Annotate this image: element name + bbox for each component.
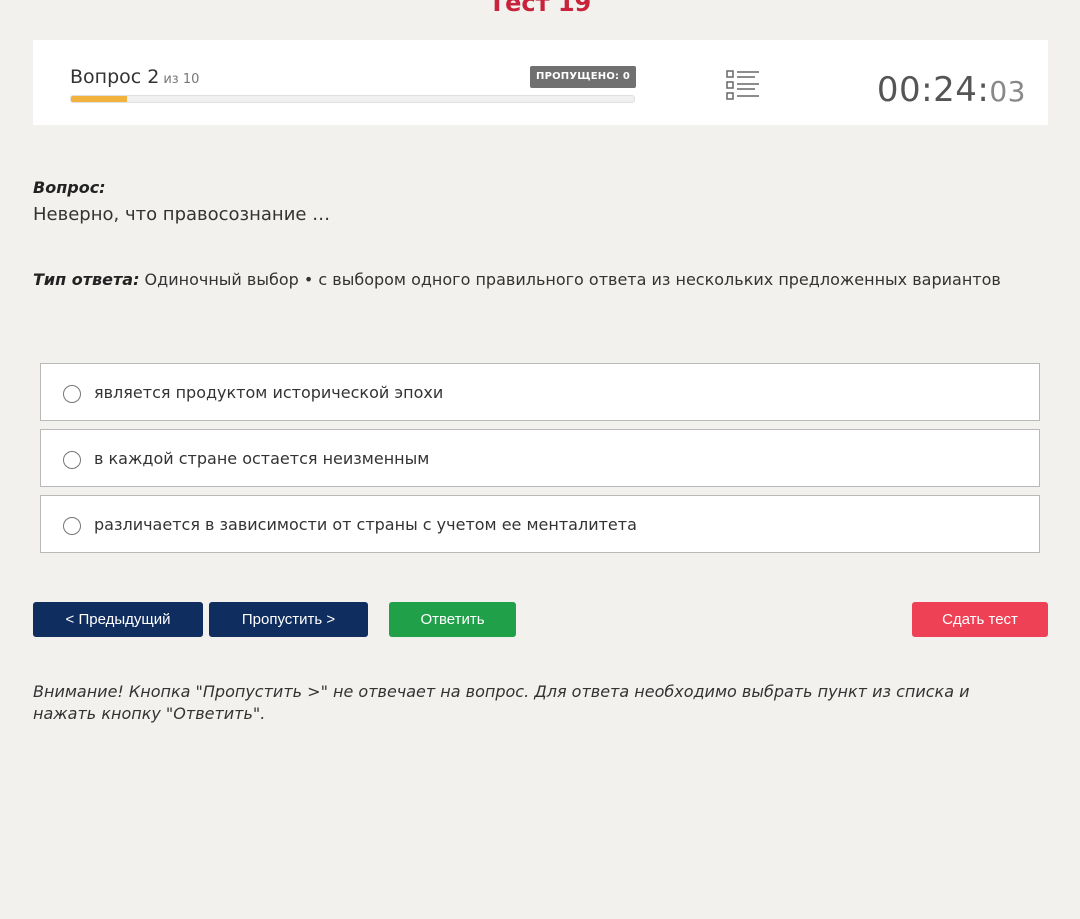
skipped-badge: ПРОПУЩЕНО: 0 (530, 66, 637, 88)
progress-fill (71, 96, 128, 102)
timer-main: 00:24: (876, 70, 990, 110)
answer-button[interactable]: Ответить (389, 602, 516, 637)
submit-test-button[interactable]: Сдать тест (912, 602, 1048, 637)
timer-seconds: 03 (989, 75, 1026, 108)
page-title: Тест 19 (488, 0, 592, 17)
radio-button[interactable] (63, 517, 81, 535)
answer-type-label: Тип ответа: (33, 270, 140, 289)
radio-button[interactable] (63, 451, 81, 469)
answer-option[interactable]: является продуктом исторической эпохи (40, 363, 1040, 421)
skip-button[interactable]: Пропустить > (209, 602, 368, 637)
answer-options: является продуктом исторической эпохи в … (40, 363, 1040, 561)
answer-option[interactable]: различается в зависимости от страны с уч… (40, 495, 1040, 553)
question-number: Вопрос 2 (70, 66, 160, 88)
radio-button[interactable] (63, 385, 81, 403)
timer: 00:24:03 (877, 70, 1026, 110)
previous-button[interactable]: < Предыдущий (33, 602, 203, 637)
question-counter: Вопрос 2 из 10 (70, 66, 199, 88)
answer-type: Тип ответа: Одиночный выбор • с выбором … (33, 270, 1001, 289)
question-label: Вопрос: (33, 178, 106, 197)
answer-option-text: в каждой стране остается неизменным (94, 449, 430, 468)
answer-type-value: Одиночный выбор • с выбором одного прави… (139, 270, 1001, 289)
skip-notice: Внимание! Кнопка "Пропустить >" не отвеч… (33, 682, 970, 723)
progress-bar (70, 95, 635, 103)
list-icon[interactable] (725, 69, 761, 101)
question-header: Вопрос 2 из 10 ПРОПУЩЕНО: 0 00:24:03 (33, 40, 1048, 125)
answer-option[interactable]: в каждой стране остается неизменным (40, 429, 1040, 487)
question-text: Неверно, что правосознание … (33, 204, 331, 225)
question-total: из 10 (163, 72, 200, 87)
answer-option-text: является продуктом исторической эпохи (94, 383, 444, 402)
answer-option-text: различается в зависимости от страны с уч… (94, 515, 637, 534)
